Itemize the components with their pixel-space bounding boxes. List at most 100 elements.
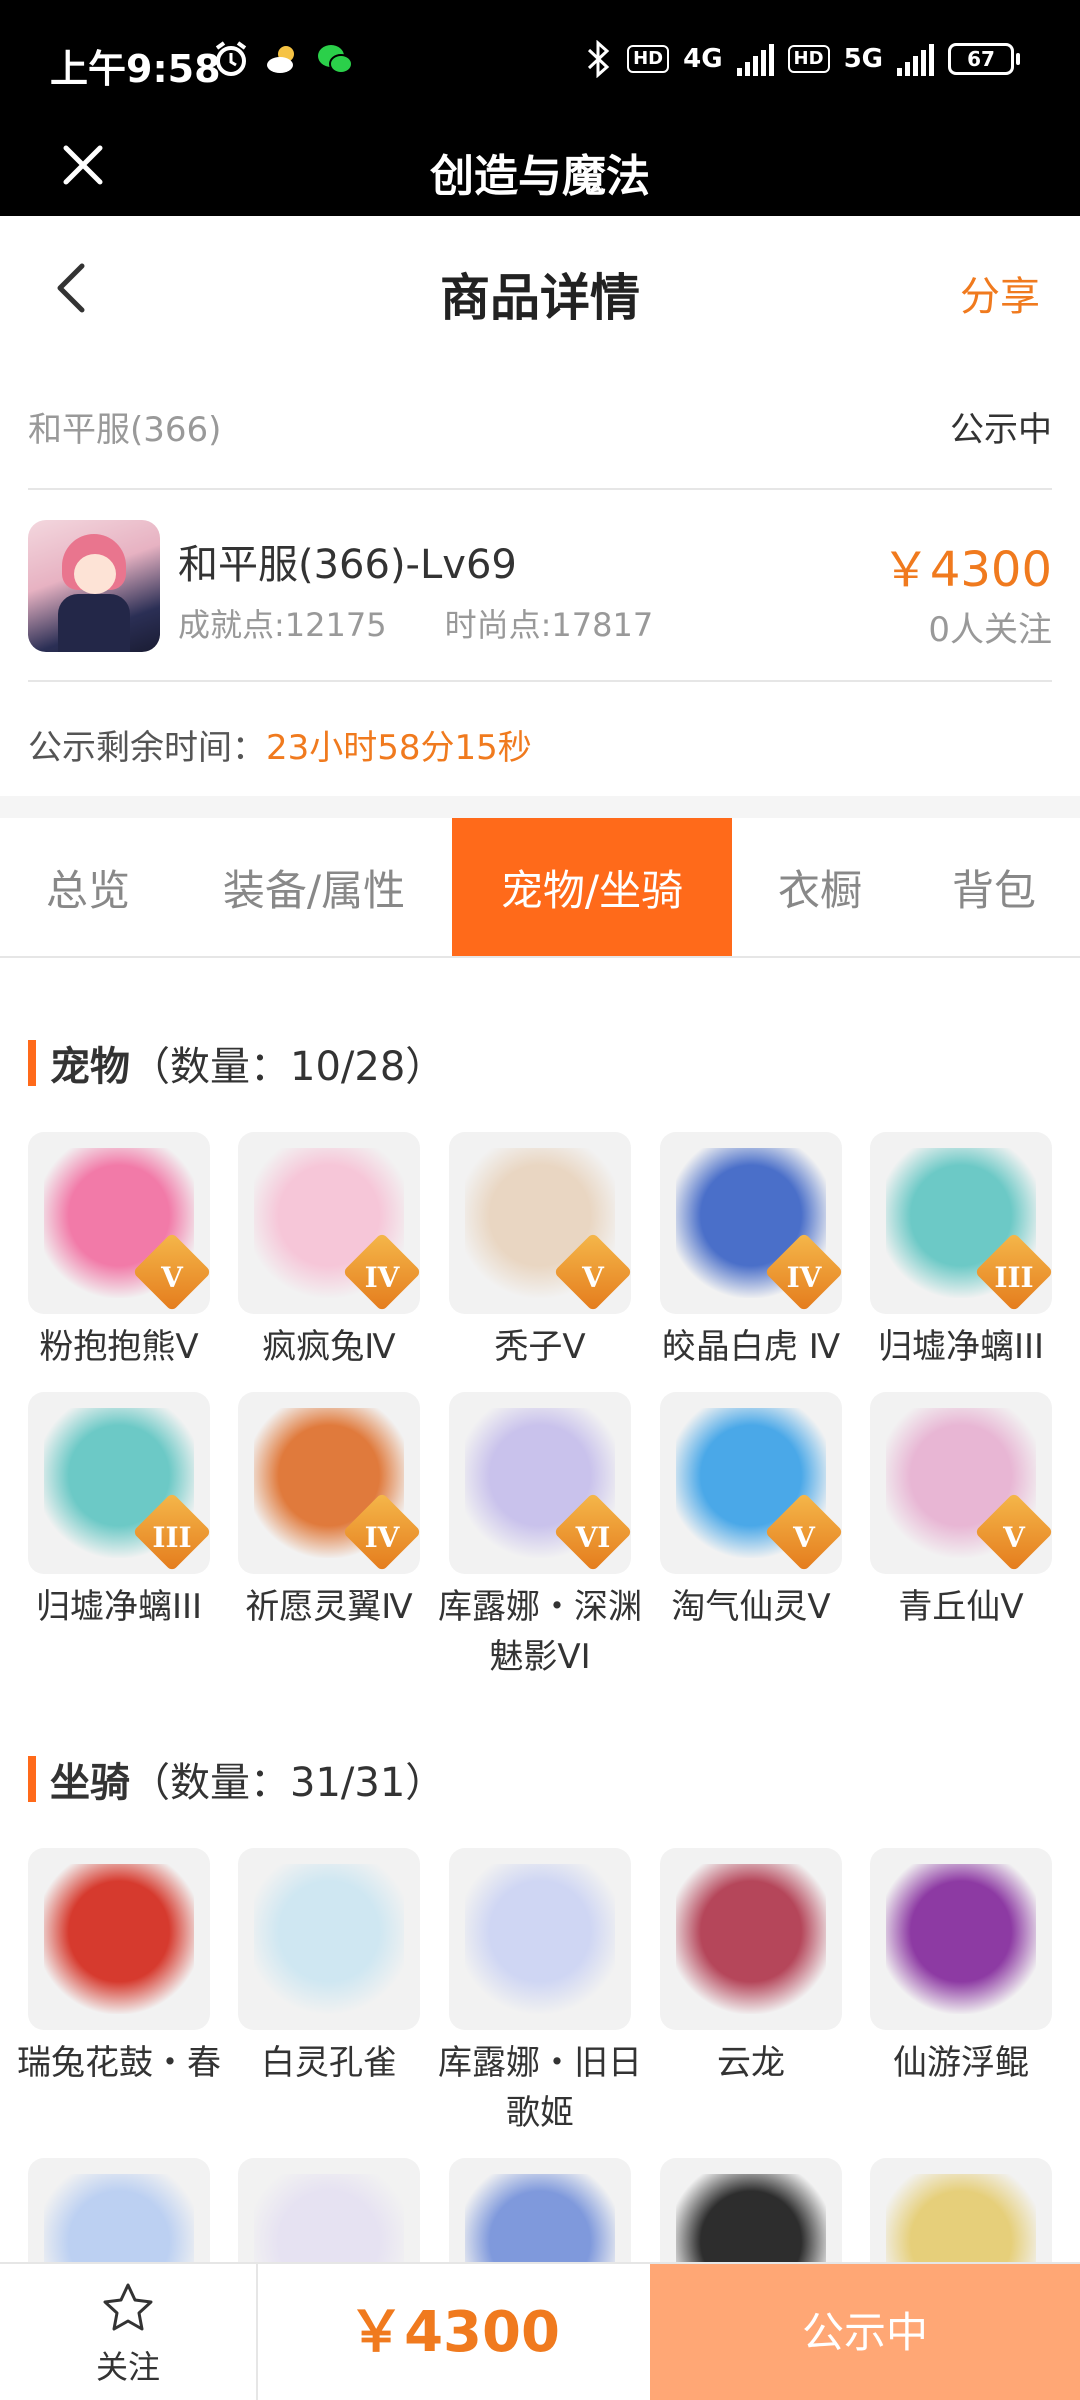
alarm-icon [215,41,247,76]
item-name: 祈愿灵翼Ⅳ [245,1587,413,1627]
pets-title: 宠物 [50,1044,130,1090]
bluetooth-icon [588,40,610,78]
pets-section-title: 宠物 （数量：10/28） [28,1034,445,1092]
item-thumbnail: IV [660,1132,842,1314]
battery-level: 67 [948,43,1014,75]
server-row: 和平服(366) 公示中 [28,380,1052,490]
bottom-price: ￥4300 [348,2300,560,2365]
item-artwork [465,1864,615,2014]
item-thumbnail: V [660,1392,842,1574]
item-name: 瑞兔花鼓・春 [17,2043,221,2083]
item-thumbnail: VI [449,1392,631,1574]
item-thumbnail [870,1848,1052,2030]
status-right-icons: HD 4G HD 5G 67 [583,40,1020,78]
product-card[interactable]: 和平服(366)-Lv69 成就点:12175 时尚点:17817 ￥4300 … [28,490,1052,682]
item-name: 白灵孔雀 [261,2043,397,2083]
rank-badge-label: V [161,1261,183,1294]
bottom-bar: 关注 ￥4300 公示中 [0,2262,1080,2400]
mount-item[interactable]: 瑞兔花鼓・春 [17,1848,221,2088]
status-time: 上午9:58 [50,47,221,91]
status-left-icons [212,40,354,78]
rank-badge-label: V [793,1521,815,1554]
wechat-icon [318,45,353,74]
rank-badge-label: IV [364,1261,400,1294]
hd-icon-2: HD [787,45,830,73]
item-thumbnail: V [449,1132,631,1314]
rank-badge-label: IV [786,1261,822,1294]
app-bar: 创造与魔法 [0,120,1080,216]
item-name: 库露娜・旧日歌姬 [438,2043,642,2133]
pet-item[interactable]: IV 皎晶白虎 Ⅳ [660,1132,842,1372]
rank-badge-label: IV [364,1521,400,1554]
tab-equipment[interactable]: 装备/属性 [176,818,452,956]
item-thumbnail [28,1848,210,2030]
product-stats: 成就点:12175 时尚点:17817 [178,600,653,646]
mount-item[interactable]: 库露娜・旧日歌姬 [438,1848,642,2138]
mount-item[interactable]: 仙游浮鲲 [870,1848,1052,2088]
section-accent-bar [28,1756,36,1802]
section-divider [0,796,1080,818]
item-thumbnail [660,1848,842,2030]
countdown-label: 公示剩余时间： [28,728,266,768]
pet-item[interactable]: IV 疯疯兔Ⅳ [238,1132,420,1372]
item-name: 疯疯兔Ⅳ [262,1327,396,1367]
item-name: 青丘仙V [898,1587,1024,1627]
hd-icon: HD [627,45,670,73]
weather-icon [267,46,294,73]
pet-item[interactable]: III 归墟净螭III [28,1392,210,1632]
pet-item[interactable]: III 归墟净螭III [870,1132,1052,1372]
network-5g-label: 5G [843,44,883,74]
publicity-status-button[interactable]: 公示中 [650,2264,1080,2400]
page-title: 商品详情 [440,269,640,327]
pets-count: （数量：10/28） [130,1044,446,1090]
rank-badge-label: VI [575,1521,611,1554]
item-name: 云龙 [717,2043,785,2083]
item-name: 粉抱抱熊Ⅴ [39,1327,199,1367]
mounts-section-title: 坐骑 （数量：31/31） [28,1750,445,1808]
achievement-points: 成就点:12175 [178,606,387,644]
tab-overview[interactable]: 总览 [0,818,176,956]
page-header: 商品详情 分享 [0,216,1080,356]
fashion-points: 时尚点:17817 [444,606,654,644]
product-price: ￥4300 [881,542,1052,598]
item-name: 淘气仙灵V [671,1587,831,1627]
item-thumbnail: III [28,1392,210,1574]
mount-item[interactable]: 云龙 [660,1848,842,2088]
pet-item[interactable]: V 青丘仙V [870,1392,1052,1632]
pet-item[interactable]: IV 祈愿灵翼Ⅳ [238,1392,420,1632]
rank-badge-label: III [152,1521,192,1554]
item-artwork [676,1864,826,2014]
character-avatar [28,520,160,652]
network-4g-label: 4G [683,44,723,74]
share-button[interactable]: 分享 [960,264,1040,322]
tab-pets-mounts[interactable]: 宠物/坐骑 [452,818,732,956]
section-accent-bar [28,1040,36,1086]
star-icon [103,2283,153,2331]
item-name: 秃子V [494,1327,586,1367]
item-name: 库露娜・深渊魅影VI [438,1587,642,1677]
status-bar: 上午9:58 HD 4G HD 5G 67 [0,0,1080,120]
pet-item[interactable]: V 粉抱抱熊Ⅴ [28,1132,210,1372]
signal-icon [736,42,774,76]
item-name: 归墟净螭III [877,1327,1045,1367]
countdown: 公示剩余时间：23小时58分15秒 [28,720,532,769]
mount-item[interactable]: 白灵孔雀 [238,1848,420,2088]
item-name: 皎晶白虎 Ⅳ [661,1327,841,1367]
pet-item[interactable]: V 淘气仙灵V [660,1392,842,1632]
mounts-title: 坐骑 [50,1760,130,1806]
pet-item[interactable]: V 秃子V [449,1132,631,1372]
listing-status: 公示中 [950,410,1052,450]
follow-button[interactable]: 关注 [0,2264,258,2400]
product-name: 和平服(366)-Lv69 [178,542,517,588]
item-thumbnail [238,1848,420,2030]
rank-badge-label: V [582,1261,604,1294]
tab-wardrobe[interactable]: 衣橱 [732,818,908,956]
item-name: 归墟净螭III [35,1587,203,1627]
item-artwork [886,1864,1036,2014]
follower-count: 0人关注 [928,610,1052,650]
tab-backpack[interactable]: 背包 [908,818,1080,956]
pet-item[interactable]: VI 库露娜・深渊魅影VI [438,1392,642,1682]
battery-icon: 67 [948,43,1020,75]
item-artwork [44,1864,194,2014]
server-name: 和平服(366) [28,410,222,450]
